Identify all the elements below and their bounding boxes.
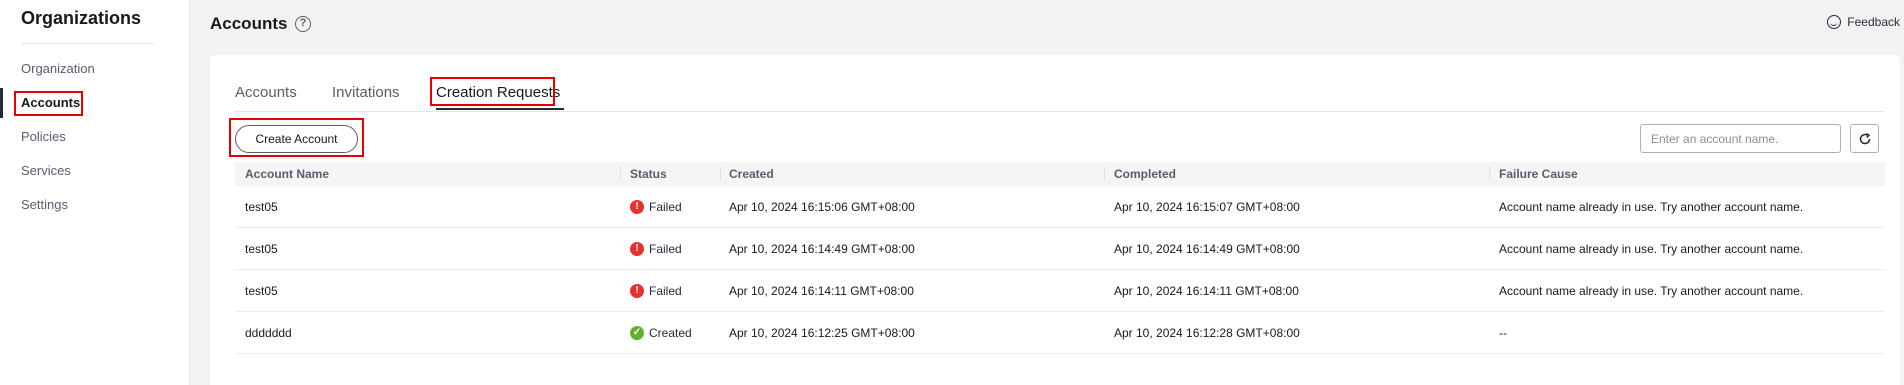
tab-accounts[interactable]: Accounts: [235, 84, 297, 101]
column-separator: [720, 167, 721, 181]
cell-status: ! Failed: [630, 186, 682, 228]
column-separator: [1489, 167, 1490, 181]
cell-status: ✓ Created: [630, 312, 692, 354]
table-header: Account Name Status Created Completed Fa…: [235, 162, 1885, 186]
error-icon: !: [630, 242, 644, 256]
creation-requests-table: Account Name Status Created Completed Fa…: [235, 162, 1885, 354]
column-separator: [620, 167, 621, 181]
cell-account-name: test05: [245, 242, 278, 256]
cell-completed: Apr 10, 2024 16:14:49 GMT+08:00: [1114, 242, 1300, 256]
column-separator: [1104, 167, 1105, 181]
table-row[interactable]: test05 ! Failed Apr 10, 2024 16:14:49 GM…: [235, 228, 1885, 270]
cell-failure-cause: Account name already in use. Try another…: [1499, 242, 1804, 256]
column-header-completed: Completed: [1114, 167, 1177, 181]
tabs-divider: [234, 111, 1884, 112]
cell-created: Apr 10, 2024 16:15:06 GMT+08:00: [729, 200, 915, 214]
cell-completed: Apr 10, 2024 16:15:07 GMT+08:00: [1114, 200, 1300, 214]
main-card: Accounts Invitations Creation Requests C…: [210, 55, 1900, 385]
column-header-status: Status: [630, 167, 667, 181]
feedback-label: Feedback: [1847, 15, 1900, 29]
sidebar-item-settings[interactable]: Settings: [21, 195, 68, 215]
cell-created: Apr 10, 2024 16:12:25 GMT+08:00: [729, 326, 915, 340]
check-icon: ✓: [630, 326, 644, 340]
active-nav-indicator: [0, 88, 3, 118]
sidebar-title: Organizations: [21, 8, 142, 28]
feedback-link[interactable]: Feedback: [1827, 15, 1900, 29]
error-icon: !: [630, 200, 644, 214]
cell-completed: Apr 10, 2024 16:12:28 GMT+08:00: [1114, 326, 1300, 340]
status-text: Failed: [649, 284, 682, 298]
error-icon: !: [630, 284, 644, 298]
status-text: Failed: [649, 200, 682, 214]
sidebar-divider: [21, 43, 154, 44]
help-icon[interactable]: ?: [295, 16, 311, 32]
sidebar-item-services[interactable]: Services: [21, 161, 71, 181]
table-row[interactable]: test05 ! Failed Apr 10, 2024 16:15:06 GM…: [235, 186, 1885, 228]
column-header-failure-cause: Failure Cause: [1499, 167, 1578, 181]
cell-account-name: test05: [245, 284, 278, 298]
cell-account-name: test05: [245, 200, 278, 214]
cell-account-name: ddddddd: [245, 326, 292, 340]
sidebar: Organizations Organization Accounts Poli…: [0, 0, 190, 385]
cell-failure-cause: Account name already in use. Try another…: [1499, 284, 1804, 298]
table-row[interactable]: ddddddd ✓ Created Apr 10, 2024 16:12:25 …: [235, 312, 1885, 354]
cell-completed: Apr 10, 2024 16:14:11 GMT+08:00: [1114, 284, 1299, 298]
cell-created: Apr 10, 2024 16:14:11 GMT+08:00: [729, 284, 914, 298]
annotation-highlight-create: [229, 118, 364, 157]
status-text: Created: [649, 326, 692, 340]
status-text: Failed: [649, 242, 682, 256]
annotation-highlight-tab: [430, 77, 555, 106]
column-header-account-name: Account Name: [245, 167, 330, 181]
active-tab-underline: [436, 108, 564, 110]
tab-invitations[interactable]: Invitations: [332, 84, 400, 101]
cell-failure-cause: Account name already in use. Try another…: [1499, 200, 1804, 214]
page-title: Accounts: [210, 14, 288, 33]
smile-icon: [1827, 15, 1842, 29]
table-row[interactable]: test05 ! Failed Apr 10, 2024 16:14:11 GM…: [235, 270, 1885, 312]
cell-created: Apr 10, 2024 16:14:49 GMT+08:00: [729, 242, 915, 256]
sidebar-item-organization[interactable]: Organization: [21, 59, 95, 79]
cell-failure-cause: --: [1499, 326, 1507, 340]
refresh-button[interactable]: [1850, 124, 1879, 153]
sidebar-item-policies[interactable]: Policies: [21, 127, 66, 147]
refresh-icon: [1859, 132, 1870, 144]
cell-status: ! Failed: [630, 270, 682, 312]
column-header-created: Created: [729, 167, 774, 181]
cell-status: ! Failed: [630, 228, 682, 270]
search-input[interactable]: [1640, 124, 1841, 153]
annotation-highlight-accounts: [14, 91, 83, 116]
